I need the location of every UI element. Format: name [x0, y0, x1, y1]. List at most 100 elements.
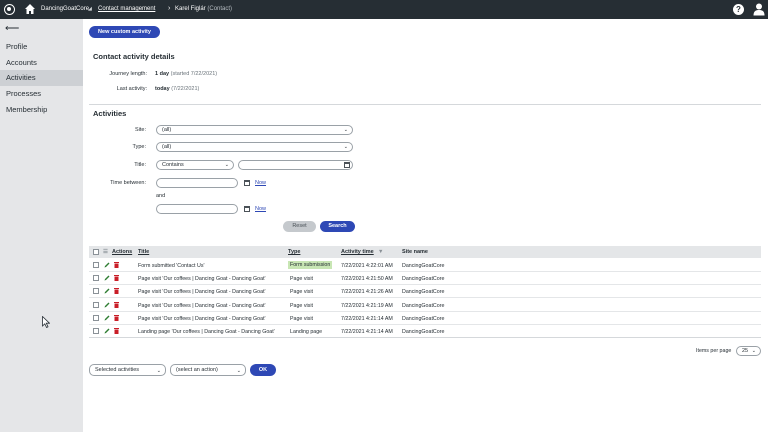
kentico-logo-icon[interactable]: [4, 4, 15, 15]
title-input[interactable]: [238, 160, 353, 170]
table-row: Form submitted 'Contact Us' Form submissi…: [89, 259, 761, 272]
row-checkbox[interactable]: [93, 315, 99, 321]
new-custom-activity-button[interactable]: New custom activity: [89, 26, 160, 38]
now-link-from[interactable]: Now: [255, 180, 266, 186]
chevron-down-icon: ⌄: [343, 127, 348, 133]
edit-icon[interactable]: [104, 302, 110, 308]
user-icon[interactable]: [753, 3, 765, 16]
bulk-scope-value: Selected activities: [95, 367, 140, 373]
items-per-page-select[interactable]: 25 ⌄: [736, 346, 761, 356]
row-checkbox[interactable]: [93, 302, 99, 308]
delete-icon[interactable]: [114, 302, 119, 308]
header-site-name: Site name: [402, 249, 428, 255]
row-site-name: DancingGoatCore: [402, 329, 445, 335]
sidebar-item-accounts[interactable]: Accounts: [0, 55, 83, 71]
title-operator-value: Contains: [162, 162, 184, 168]
calendar-icon[interactable]: [244, 180, 250, 186]
calendar-icon[interactable]: [244, 206, 250, 212]
edit-icon[interactable]: [104, 315, 110, 321]
title-operator-select[interactable]: Contains ⌄: [156, 160, 234, 170]
row-activity-time: 7/22/2021 4:21:14 AM: [341, 329, 393, 335]
sidebar: ⟵ Profile Accounts Activities Processes …: [0, 19, 83, 432]
bulk-scope-select[interactable]: Selected activities ⌄: [89, 364, 166, 376]
chevron-right-icon: ›: [168, 5, 171, 12]
reset-button[interactable]: Reset: [283, 221, 316, 232]
table-divider: [89, 337, 761, 338]
row-title: Page visit 'Our coffees | Dancing Goat -…: [138, 303, 266, 309]
chevron-down-icon: ⌄: [343, 144, 348, 150]
header-title[interactable]: Title: [138, 249, 149, 255]
site-select[interactable]: (all) ⌄: [156, 125, 353, 135]
row-checkbox[interactable]: [93, 262, 99, 268]
row-activity-time: 7/22/2021 4:21:19 AM: [341, 303, 393, 309]
sidebar-item-activities[interactable]: Activities: [0, 70, 83, 86]
search-button[interactable]: Search: [320, 221, 355, 232]
header-menu-icon[interactable]: ☰: [103, 249, 108, 255]
home-icon[interactable]: [24, 3, 36, 15]
edit-icon[interactable]: [104, 262, 110, 268]
delete-icon[interactable]: [114, 315, 119, 321]
header-type[interactable]: Type: [288, 249, 300, 255]
delete-icon[interactable]: [114, 328, 119, 334]
select-all-checkbox[interactable]: [93, 249, 99, 255]
site-select-value: (all): [162, 127, 172, 133]
title-label: Title:: [134, 162, 146, 168]
bulk-action-select[interactable]: (select an action) ⌄: [170, 364, 246, 376]
delete-icon[interactable]: [114, 275, 119, 281]
items-per-page-label: Items per page: [696, 348, 732, 354]
chevron-down-icon: ⌄: [236, 368, 241, 374]
row-title: Page visit 'Our coffees | Dancing Goat -…: [138, 289, 266, 295]
row-title: Page visit 'Our coffees | Dancing Goat -…: [138, 316, 266, 322]
breadcrumb-link[interactable]: Contact management: [98, 6, 155, 12]
header-activity-time[interactable]: Activity time: [341, 249, 374, 255]
time-to-input[interactable]: [156, 204, 238, 214]
time-from-input[interactable]: [156, 178, 238, 188]
last-activity-date: (7/22/2021): [171, 86, 200, 92]
help-icon[interactable]: ?: [733, 4, 744, 15]
sidebar-item-processes[interactable]: Processes: [0, 86, 83, 102]
and-label: and: [156, 193, 166, 199]
table-row: Page visit 'Our coffees | Dancing Goat -…: [89, 299, 761, 312]
row-checkbox[interactable]: [93, 275, 99, 281]
delete-icon[interactable]: [114, 262, 119, 268]
row-checkbox[interactable]: [93, 288, 99, 294]
edit-icon[interactable]: [104, 288, 110, 294]
edit-icon[interactable]: [104, 275, 110, 281]
journey-length-value: 1 day (started 7/22/2021): [155, 71, 217, 77]
row-checkbox[interactable]: [93, 328, 99, 334]
top-bar: DancingGoatCore ◢ Contact management › K…: [0, 0, 768, 19]
edit-icon[interactable]: [104, 328, 110, 334]
sort-desc-icon: ▼: [378, 249, 384, 255]
chevron-down-icon[interactable]: ◢: [88, 6, 92, 12]
table-row: Page visit 'Our coffees | Dancing Goat -…: [89, 272, 761, 285]
breadcrumb-current-type: (Contact): [207, 6, 233, 12]
mouse-cursor-icon: [42, 316, 50, 328]
row-type: Page visit: [290, 303, 313, 309]
type-select[interactable]: (all) ⌄: [156, 142, 353, 152]
table-row: Page visit 'Our coffees | Dancing Goat -…: [89, 285, 761, 298]
chevron-down-icon: ⌄: [751, 348, 756, 354]
header-actions: Actions: [112, 249, 133, 255]
type-label: Type:: [132, 144, 146, 150]
row-site-name: DancingGoatCore: [402, 289, 445, 295]
ok-button[interactable]: OK: [250, 364, 276, 376]
site-selector[interactable]: DancingGoatCore: [41, 6, 89, 12]
last-activity-day: today: [155, 86, 170, 92]
sidebar-item-profile[interactable]: Profile: [0, 39, 83, 55]
chevron-down-icon: ⌄: [224, 162, 229, 168]
macro-editor-icon[interactable]: [344, 162, 350, 168]
row-type: Page visit: [290, 289, 313, 295]
now-link-to[interactable]: Now: [255, 206, 266, 212]
row-type: Page visit: [290, 276, 313, 282]
row-activity-time: 7/22/2021 4:22:01 AM: [341, 263, 393, 269]
chevron-down-icon: ⌄: [156, 368, 161, 374]
sidebar-item-membership[interactable]: Membership: [0, 102, 83, 118]
row-activity-time: 7/22/2021 4:21:50 AM: [341, 276, 393, 282]
delete-icon[interactable]: [114, 288, 119, 294]
type-select-value: (all): [162, 144, 172, 150]
back-arrow-icon[interactable]: ⟵: [5, 23, 19, 34]
row-title: Landing page 'Our coffees | Dancing Goat…: [138, 329, 275, 335]
row-activity-time: 7/22/2021 4:21:14 AM: [341, 316, 393, 322]
breadcrumb-current: Karel Figlár (Contact): [175, 6, 232, 12]
row-site-name: DancingGoatCore: [402, 263, 445, 269]
